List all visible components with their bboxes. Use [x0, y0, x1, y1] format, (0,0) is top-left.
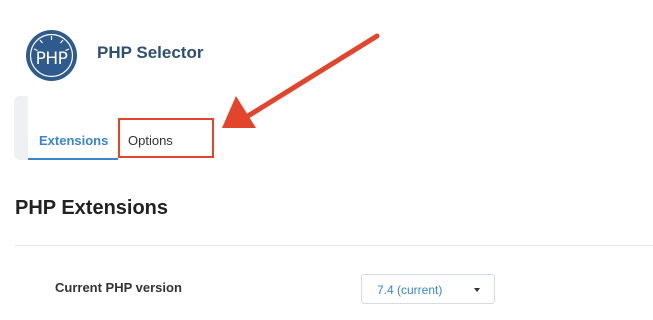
logo-text: PHP: [35, 49, 68, 69]
php-version-value: 7.4 (current): [377, 283, 443, 297]
app-title: PHP Selector: [97, 43, 204, 62]
tab-bar-background: [14, 96, 28, 160]
tab-extensions-label: Extensions: [39, 133, 109, 148]
php-selector-page: PHP PHP Selector Extensions Options PHP …: [0, 0, 653, 320]
divider: [15, 245, 653, 246]
tab-options-label: Options: [128, 133, 173, 148]
caret-down-icon: [474, 288, 480, 292]
php-logo-icon: PHP: [26, 30, 77, 81]
php-version-select[interactable]: 7.4 (current): [361, 274, 495, 304]
tab-options[interactable]: Options: [118, 118, 214, 158]
tab-extensions[interactable]: Extensions: [28, 118, 118, 160]
section-title: PHP Extensions: [15, 197, 169, 219]
php-version-label: Current PHP version: [55, 280, 182, 295]
